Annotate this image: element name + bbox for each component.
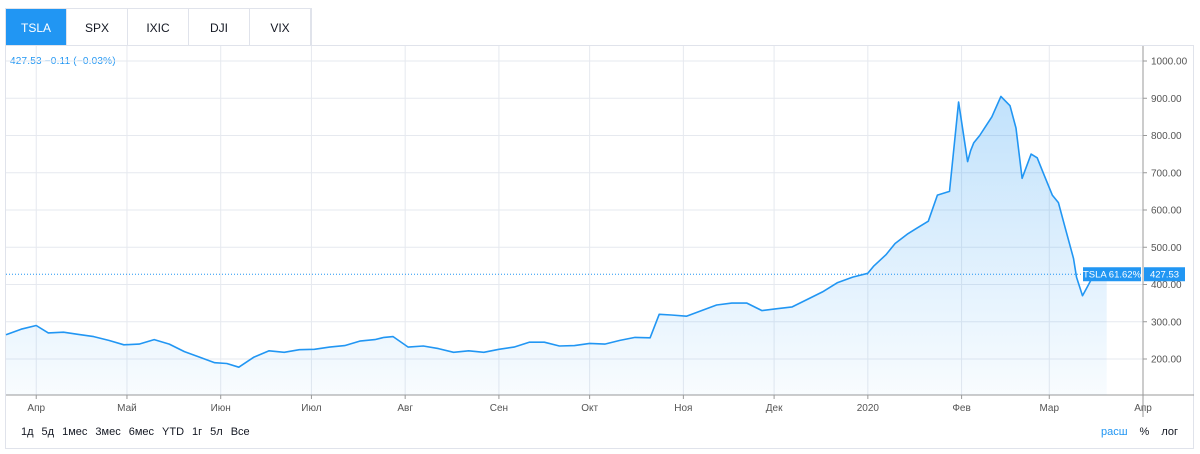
scale-button[interactable]: лог [1155, 426, 1184, 438]
range-button[interactable]: 1д [17, 426, 38, 438]
range-button[interactable]: 5л [206, 426, 227, 438]
price-tag-label: 427.53 [1150, 270, 1179, 281]
x-tick-label: Май [117, 403, 137, 414]
scale-button[interactable]: % [1134, 426, 1156, 438]
y-tick-label: 900.00 [1151, 94, 1182, 105]
y-tick-label: 1000.00 [1151, 57, 1188, 68]
y-tick-label: 600.00 [1151, 206, 1182, 217]
y-tick-label: 500.00 [1151, 243, 1182, 254]
x-tick-label: Фев [952, 403, 970, 414]
range-button[interactable]: 3мес [91, 426, 124, 438]
range-button[interactable]: Все [227, 426, 254, 438]
x-tick-label: Ноя [674, 403, 692, 414]
y-tick-label: 200.00 [1151, 355, 1182, 366]
x-tick-label: Сен [490, 403, 508, 414]
y-tick-label: 300.00 [1151, 317, 1182, 328]
scale-button[interactable]: расш [1095, 426, 1134, 438]
y-tick-label: 700.00 [1151, 168, 1182, 179]
price-chart[interactable]: 200.00 300.00 400.00 500.00 600.00 700.00 800.… [0, 0, 1200, 454]
x-tick-label: Июл [301, 403, 321, 414]
range-button[interactable]: 6мес [125, 426, 158, 438]
range-button[interactable]: 1г [188, 426, 206, 438]
x-tick-label: Мар [1039, 403, 1059, 414]
x-tick-label: Авг [397, 403, 413, 414]
range-button[interactable]: YTD [158, 426, 188, 438]
bottom-toolbar: 1д 5д 1мес 3мес 6мес YTD 1г 5л Все расш% лог [5, 420, 1194, 448]
x-tick-label: Июн [211, 403, 231, 414]
series-tag-label: TSLA 61.62% [1083, 270, 1142, 281]
y-tick-label: 800.00 [1151, 131, 1182, 142]
range-button[interactable]: 1мес [58, 426, 91, 438]
x-tick-label: Апр [27, 403, 45, 414]
x-tick-label: Окт [581, 403, 598, 414]
y-tick-label: 400.00 [1151, 280, 1182, 291]
range-button[interactable]: 5д [38, 426, 59, 438]
x-tick-label: Дек [766, 403, 783, 414]
x-tick-label: 2020 [857, 403, 880, 414]
area-fill [6, 96, 1107, 396]
scale-controls: расш% лог [1095, 426, 1184, 438]
range-selector: 1д 5д 1мес 3мес 6мес YTD 1г 5л Все [17, 426, 254, 438]
